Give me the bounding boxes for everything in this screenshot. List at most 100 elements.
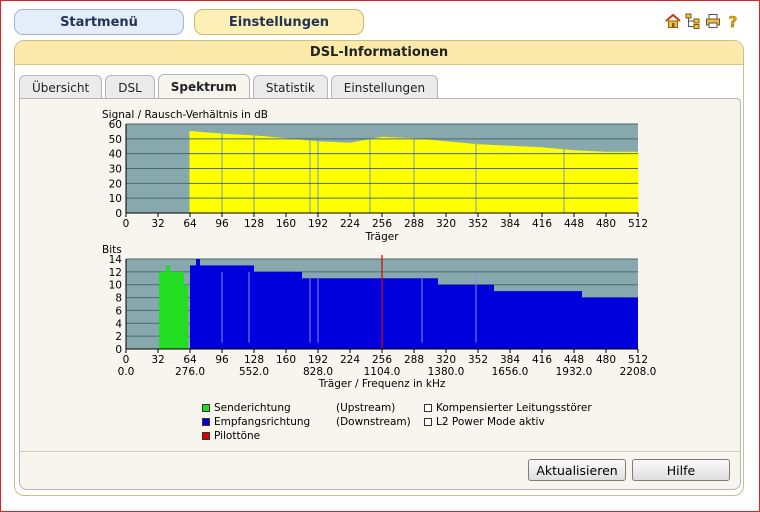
- snr-xtick-label: 96: [215, 218, 229, 230]
- legend-compensated-label: Kompensierter Leitungsstörer: [436, 402, 592, 414]
- snr-xlabel: Träger: [364, 231, 399, 243]
- bits-xtick-label: 320: [436, 354, 456, 366]
- refresh-button[interactable]: Aktualisieren: [528, 459, 626, 481]
- legend-downstream-label: Empfangsrichtung: [214, 416, 311, 428]
- downstream-bar: [200, 265, 222, 349]
- downstream-bar: [316, 278, 382, 349]
- freq-tick-label: 0.0: [118, 366, 135, 378]
- tab-settings[interactable]: Einstellungen: [330, 75, 439, 99]
- bits-xtick-label: 256: [372, 354, 392, 366]
- snr-xtick-label: 320: [436, 218, 456, 230]
- tab-bar: Übersicht DSL Spektrum Statistik Einstel…: [19, 74, 439, 99]
- legend-upstream-dir: (Upstream): [336, 402, 396, 414]
- pilot-swatch: [202, 432, 210, 440]
- snr-xtick-label: 224: [340, 218, 360, 230]
- downstream-bar: [494, 291, 558, 349]
- bits-xtick-label: 448: [564, 354, 584, 366]
- freq-tick-label: 1932.0: [556, 366, 593, 378]
- downstream-bar: [582, 297, 638, 349]
- legend-downstream: Empfangsrichtung: [202, 416, 310, 428]
- tab-overview[interactable]: Übersicht: [19, 75, 103, 99]
- legend-pilot: Pilottöne: [202, 430, 260, 442]
- downstream-bar: [190, 265, 196, 349]
- bits-xtick-label: 416: [532, 354, 552, 366]
- l2-swatch: [424, 418, 432, 426]
- button-divider: [20, 451, 740, 452]
- bits-ytick-label: 2: [115, 331, 122, 343]
- snr-xtick-label: 384: [500, 218, 520, 230]
- tab-spectrum[interactable]: Spektrum: [157, 74, 250, 99]
- upstream-bar: [170, 271, 184, 349]
- upstream-swatch: [202, 404, 210, 412]
- bits-ytick-label: 0: [115, 344, 122, 356]
- home-icon[interactable]: [664, 12, 682, 30]
- help-icon[interactable]: ?: [724, 12, 742, 30]
- snr-xtick-label: 64: [183, 218, 197, 230]
- upstream-bar: [184, 284, 188, 349]
- freq-tick-label: 276.0: [175, 366, 205, 378]
- freq-tick-label: 1656.0: [492, 366, 529, 378]
- bits-xtick-label: 352: [468, 354, 488, 366]
- snr-ytick-label: 50: [109, 134, 122, 146]
- bits-xtick-label: 192: [308, 354, 328, 366]
- bits-xtick-label: 32: [151, 354, 164, 366]
- legend-compensated: Kompensierter Leitungsstörer: [424, 402, 592, 414]
- snr-xtick-label: 416: [532, 218, 552, 230]
- help-button[interactable]: Hilfe: [632, 459, 730, 481]
- downstream-bar: [286, 271, 302, 349]
- freq-tick-label: 552.0: [239, 366, 269, 378]
- dsl-info-panel: DSL-Informationen Übersicht DSL Spektrum…: [14, 40, 744, 496]
- snr-xtick-label: 448: [564, 218, 584, 230]
- bits-ylabel: Bits: [102, 244, 122, 256]
- downstream-bar: [382, 278, 438, 349]
- bits-xtick-label: 480: [596, 354, 616, 366]
- tab-dsl[interactable]: DSL: [105, 75, 155, 99]
- snr-ylabel: Signal / Rausch-Verhältnis in dB: [102, 109, 268, 121]
- sitemap-icon[interactable]: [684, 12, 702, 30]
- legend-downstream-dir: (Downstream): [336, 416, 411, 428]
- freq-tick-label: 828.0: [303, 366, 333, 378]
- settings-nav-button[interactable]: Einstellungen: [194, 9, 364, 35]
- legend-upstream-label: Senderichtung: [214, 402, 291, 414]
- upstream-bar: [166, 265, 170, 349]
- snr-xtick-label: 0: [123, 218, 130, 230]
- bits-xlabel: Träger / Frequenz in kHz: [318, 378, 446, 390]
- downstream-bar: [558, 291, 582, 349]
- freq-tick-label: 1104.0: [364, 366, 401, 378]
- bits-ytick-label: 12: [109, 267, 122, 279]
- downstream-bar: [196, 259, 200, 349]
- bits-ytick-label: 10: [109, 280, 122, 292]
- bits-xtick-label: 160: [276, 354, 296, 366]
- bits-xtick-label: 512: [628, 354, 648, 366]
- bits-xtick-label: 96: [215, 354, 229, 366]
- bits-ytick-label: 4: [115, 318, 122, 330]
- spectrum-content: 0 10 20 30 40 50 60 0 32 64 96 128 160 192 224 256 288 32…: [19, 98, 741, 490]
- legend-l2: L2 Power Mode aktiv: [424, 416, 545, 428]
- snr-xtick-label: 128: [244, 218, 264, 230]
- snr-xtick-label: 512: [628, 218, 648, 230]
- printer-icon[interactable]: [704, 12, 722, 30]
- bits-xtick-label: 224: [340, 354, 360, 366]
- snr-ytick-label: 40: [109, 149, 122, 161]
- bits-xtick-label: 128: [244, 354, 264, 366]
- freq-tick-label: 2208.0: [620, 366, 657, 378]
- panel-title: DSL-Informationen: [15, 41, 743, 65]
- top-icon-bar: ?: [664, 12, 742, 30]
- snr-ytick-label: 20: [109, 178, 122, 190]
- bits-ytick-label: 6: [115, 305, 122, 317]
- snr-xtick-label: 352: [468, 218, 488, 230]
- snr-xtick-label: 32: [151, 218, 164, 230]
- downstream-bar: [438, 284, 494, 349]
- spectrum-charts: 01020304050600 32 64 96 128 160 192 224 256 288 32…: [102, 109, 657, 390]
- bits-xtick-label: 0: [123, 354, 130, 366]
- freq-tick-label: 1380.0: [428, 366, 465, 378]
- bits-ytick-label: 8: [115, 293, 122, 305]
- startmenu-button[interactable]: Startmenü: [14, 9, 184, 35]
- legend-l2-label: L2 Power Mode aktiv: [436, 416, 545, 428]
- snr-xtick-label: 288: [404, 218, 424, 230]
- snr-ytick-label: 30: [109, 164, 122, 176]
- snr-ytick-label: 10: [109, 193, 122, 205]
- bits-xtick-label: 64: [183, 354, 197, 366]
- tab-statistics[interactable]: Statistik: [252, 75, 328, 99]
- bits-xtick-label: 288: [404, 354, 424, 366]
